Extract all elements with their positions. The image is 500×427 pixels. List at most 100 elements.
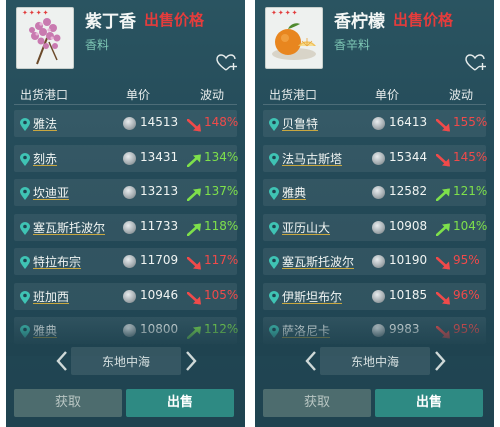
port-name[interactable]: 塞瓦斯托波尔 xyxy=(33,219,105,236)
port-name[interactable]: 雅法 xyxy=(33,115,57,132)
port-row[interactable]: 雅法 14513 148% xyxy=(14,110,238,137)
unit-price: 16413 xyxy=(389,115,428,129)
unit-price: 10908 xyxy=(389,218,428,233)
column-change: 波动 xyxy=(449,88,474,102)
unit-price: 11733 xyxy=(140,218,179,233)
rarity-stars: ✦✦✦✦ xyxy=(271,9,299,17)
price-change: 95% xyxy=(453,253,480,267)
silver-coin-icon xyxy=(123,220,136,234)
trend-down-icon xyxy=(186,255,202,270)
map-pin-icon xyxy=(268,255,280,269)
item-name: 紫丁香 xyxy=(85,12,136,32)
get-button[interactable]: 获取 xyxy=(14,389,122,417)
trend-down-icon xyxy=(435,290,451,304)
trend-down-icon xyxy=(186,117,202,132)
price-change: 105% xyxy=(204,287,239,302)
trade-panel-clove: ✦✦✦✦ 紫丁香 出售价格 香料 出货港口 单价 波动 雅法 14513 148… xyxy=(6,0,245,427)
chevron-right-icon[interactable] xyxy=(183,350,199,372)
port-name[interactable]: 班加西 xyxy=(33,288,69,305)
map-pin-icon xyxy=(268,290,280,304)
silver-coin-icon xyxy=(123,255,136,268)
unit-price: 10946 xyxy=(140,287,179,302)
port-name[interactable]: 刻赤 xyxy=(33,150,57,167)
get-button[interactable]: 获取 xyxy=(263,389,371,417)
map-pin-icon xyxy=(268,117,280,131)
port-row[interactable]: 法马古斯塔 15344 145% xyxy=(263,144,487,172)
header-divider xyxy=(263,104,486,105)
trend-up-icon xyxy=(186,186,202,202)
trade-panel-lemon: ✦✦✦✦ 香柠檬 出售价格 香辛料 出货港口 单价 波动 贝鲁特 16413 155… xyxy=(255,0,494,427)
port-row[interactable]: 贝鲁特 16413 155% xyxy=(263,110,487,137)
silver-coin-icon xyxy=(123,117,136,130)
chevron-left-icon[interactable] xyxy=(54,350,70,372)
port-name[interactable]: 亚历山大 xyxy=(282,219,330,236)
silver-coin-icon xyxy=(372,151,385,165)
sell-price-label: 出售价格 xyxy=(144,11,205,29)
port-row[interactable]: 特拉布宗 11709 117% xyxy=(14,248,239,275)
lemon-fruit-icon xyxy=(272,23,316,60)
map-pin-icon xyxy=(268,221,280,235)
trend-down-icon xyxy=(186,290,202,304)
trend-up-icon xyxy=(435,186,451,202)
trend-down-icon xyxy=(435,255,451,270)
region-label: 东地中海 xyxy=(350,355,399,369)
map-pin-icon xyxy=(19,290,31,304)
trend-up-icon xyxy=(435,221,451,236)
port-name[interactable]: 塞瓦斯托波尔 xyxy=(282,253,354,270)
map-pin-icon xyxy=(19,186,31,200)
region-label: 东地中海 xyxy=(101,355,150,369)
silver-coin-icon xyxy=(372,289,385,303)
price-change: 118% xyxy=(204,218,239,233)
silver-coin-icon xyxy=(123,289,136,303)
port-row[interactable]: 亚历山大 10908 104% xyxy=(263,213,488,241)
clove-flower-icon xyxy=(29,18,61,65)
region-selector[interactable]: 东地中海 xyxy=(71,347,181,375)
item-category: 香辛料 xyxy=(334,38,371,52)
heart-plus-icon[interactable] xyxy=(465,54,487,72)
region-selector[interactable]: 东地中海 xyxy=(320,347,430,375)
port-row[interactable]: 塞瓦斯托波尔 11733 118% xyxy=(14,213,239,241)
silver-coin-icon xyxy=(123,151,136,165)
port-name[interactable]: 坎迪亚 xyxy=(33,184,69,201)
map-pin-icon xyxy=(19,255,31,269)
port-name[interactable]: 贝鲁特 xyxy=(282,115,318,132)
table-header: 出货港口 单价 波动 xyxy=(255,82,494,104)
silver-coin-icon xyxy=(372,255,385,268)
price-change: 96% xyxy=(453,287,480,302)
unit-price: 15344 xyxy=(389,149,428,164)
unit-price: 10190 xyxy=(389,253,428,267)
map-pin-icon xyxy=(268,186,280,200)
column-port: 出货港口 xyxy=(269,88,318,102)
column-port: 出货港口 xyxy=(20,88,69,102)
port-row[interactable]: 坎迪亚 13213 137% xyxy=(14,179,238,206)
port-row[interactable]: 班加西 10946 105% xyxy=(14,282,239,310)
column-unit-price: 单价 xyxy=(375,88,400,102)
map-pin-icon xyxy=(19,117,31,131)
chevron-left-icon[interactable] xyxy=(303,350,319,372)
port-row[interactable]: 刻赤 13431 134% xyxy=(14,144,239,172)
port-row[interactable]: 塞瓦斯托波尔 10190 95% xyxy=(263,248,486,275)
sell-button[interactable]: 出售 xyxy=(375,389,483,417)
port-name[interactable]: 法马古斯塔 xyxy=(282,150,342,167)
port-name[interactable]: 伊斯坦布尔 xyxy=(282,288,342,305)
chevron-right-icon[interactable] xyxy=(432,350,448,372)
sell-price-label: 出售价格 xyxy=(393,11,454,29)
price-change: 121% xyxy=(453,184,488,198)
heart-plus-icon[interactable] xyxy=(216,54,238,72)
header-divider xyxy=(14,104,237,105)
silver-coin-icon xyxy=(372,117,385,130)
price-change: 104% xyxy=(453,218,488,233)
price-change: 134% xyxy=(204,149,239,164)
trend-down-icon xyxy=(435,117,451,132)
column-change: 波动 xyxy=(200,88,225,102)
port-name[interactable]: 雅典 xyxy=(282,184,306,201)
map-pin-icon xyxy=(268,152,280,166)
item-thumbnail[interactable]: ✦✦✦✦ xyxy=(16,7,74,69)
table-header: 出货港口 单价 波动 xyxy=(6,82,245,104)
port-name[interactable]: 特拉布宗 xyxy=(33,253,81,270)
item-thumbnail[interactable]: ✦✦✦✦ xyxy=(265,7,323,69)
port-row[interactable]: 雅典 12582 121% xyxy=(263,179,488,206)
port-row[interactable]: 伊斯坦布尔 10185 96% xyxy=(263,282,486,310)
price-change: 117% xyxy=(204,253,239,267)
sell-button[interactable]: 出售 xyxy=(126,389,234,417)
